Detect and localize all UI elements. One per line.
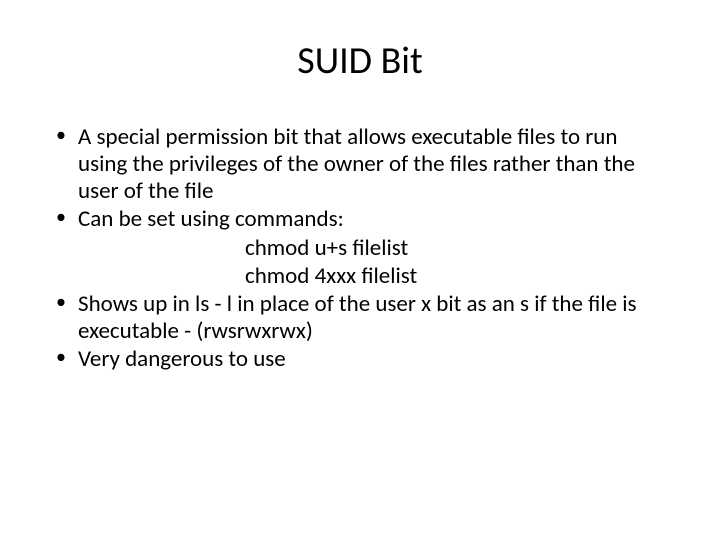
- bullet-item: Can be set using commands:: [50, 206, 670, 233]
- bullet-item: Shows up in ls - l in place of the user …: [50, 291, 670, 345]
- command-line: chmod u+s filelist: [50, 235, 670, 262]
- slide-content: A special permission bit that allows exe…: [50, 124, 670, 373]
- bullet-list: A special permission bit that allows exe…: [50, 124, 670, 234]
- bullet-item: Very dangerous to use: [50, 346, 670, 373]
- bullet-item: A special permission bit that allows exe…: [50, 124, 670, 205]
- slide-title: SUID Bit: [50, 38, 670, 84]
- bullet-list: Shows up in ls - l in place of the user …: [50, 291, 670, 373]
- command-line: chmod 4xxx filelist: [50, 263, 670, 290]
